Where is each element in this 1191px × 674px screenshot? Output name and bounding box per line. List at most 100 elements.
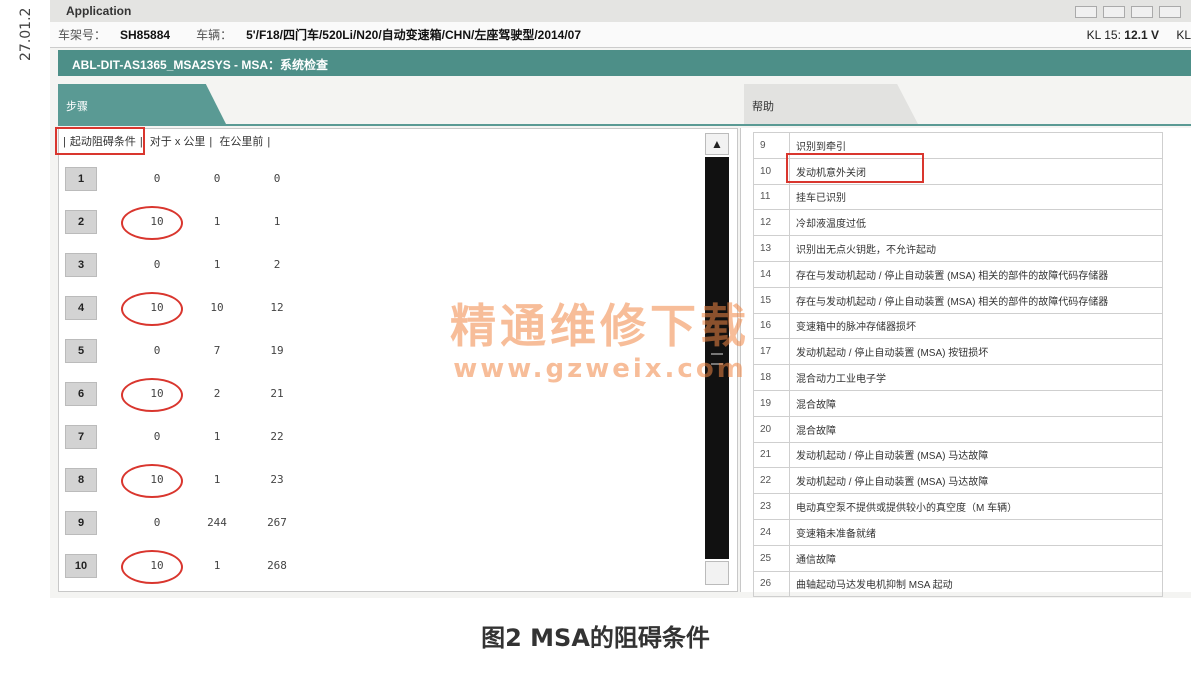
cell-text: 1	[213, 559, 221, 572]
row-value-a: 0	[137, 430, 177, 443]
help-row-number: 13	[753, 235, 790, 262]
window-button-icon[interactable]	[1131, 6, 1153, 18]
help-row-description: 通信故障	[789, 544, 1163, 572]
help-row[interactable]: 10 发动机意外关闭	[753, 152, 1163, 185]
help-row-text: 混合故障	[796, 425, 836, 437]
row-value-b: 1	[197, 473, 237, 486]
help-row[interactable]: 13 识别出无点火钥匙，不允许起动	[753, 235, 1163, 262]
row-value-a: 0	[137, 258, 177, 271]
help-table: 9 识别到牵引 10 发动机意外关闭 11 挂车已识别 12 冷却液温度过低 13 识别出无点火钥…	[753, 132, 1163, 598]
cell-text: 12	[270, 301, 284, 314]
help-row[interactable]: 20 混合故障	[753, 415, 1163, 443]
window-button-icon[interactable]	[1103, 6, 1125, 18]
help-row-text: 混合动力工业电子学	[796, 374, 886, 386]
help-row[interactable]: 15 存在与发动机起动 / 停止自动装置 (MSA) 相关的部件的故障代码存储器	[753, 286, 1163, 314]
help-row[interactable]: 16 变速箱中的脉冲存储器损坏	[753, 312, 1163, 340]
highlight-circle	[121, 206, 183, 240]
help-row-description: 电动真空泵不提供或提供较小的真空度（M 车辆）	[789, 493, 1163, 520]
help-row-description: 挂车已识别	[789, 183, 1163, 211]
scroll-down-button[interactable]	[705, 561, 729, 585]
row-value-c: 21	[257, 387, 297, 400]
help-row-number: 16	[753, 312, 790, 340]
row-value-a: 10	[121, 378, 183, 412]
row-value-c: 0	[257, 172, 297, 185]
help-row-text: 曲轴起动马达发电机抑制 MSA 起动	[796, 580, 953, 592]
help-row-text: 混合故障	[796, 399, 836, 411]
vehicle-label: 车辆：	[196, 28, 233, 42]
help-row[interactable]: 14 存在与发动机起动 / 停止自动装置 (MSA) 相关的部件的故障代码存储器	[753, 260, 1163, 288]
side-date-label: 27.01.2	[18, 8, 34, 62]
steps-scrollbar[interactable]: ▲	[705, 133, 729, 587]
row-value-a: 0	[137, 516, 177, 529]
help-row-number: 19	[753, 389, 790, 417]
help-row-number: 9	[753, 132, 790, 159]
highlight-circle	[121, 378, 183, 412]
row-number-badge: 1	[65, 167, 97, 191]
help-row[interactable]: 12 冷却液温度过低	[753, 209, 1163, 237]
row-value-a: 10	[121, 206, 183, 240]
app-title: Application	[66, 4, 132, 18]
help-row-number: 26	[753, 570, 790, 598]
help-row[interactable]: 26 曲轴起动马达发电机抑制 MSA 起动	[753, 570, 1163, 598]
window-button-icon[interactable]	[1075, 6, 1097, 18]
help-row-number: 12	[753, 209, 790, 237]
header-before-km: 在公里前	[219, 136, 264, 148]
help-row[interactable]: 18 混合动力工业电子学	[753, 364, 1163, 391]
help-row-description: 混合故障	[789, 415, 1163, 443]
row-value-c: 12	[257, 301, 297, 314]
help-row[interactable]: 22 发动机起动 / 停止自动装置 (MSA) 马达故障	[753, 467, 1163, 495]
header-highlight-box	[55, 127, 145, 155]
help-row-description: 发动机起动 / 停止自动装置 (MSA) 按钮损坏	[789, 338, 1163, 366]
help-row-number: 17	[753, 338, 790, 366]
scroll-grip-icon[interactable]	[711, 353, 723, 365]
cell-text: 23	[270, 473, 284, 486]
highlight-circle	[121, 550, 183, 584]
cell-text: 10	[210, 301, 224, 314]
help-row[interactable]: 25 通信故障	[753, 544, 1163, 572]
scroll-track[interactable]	[705, 157, 729, 559]
help-row-description: 存在与发动机起动 / 停止自动装置 (MSA) 相关的部件的故障代码存储器	[789, 286, 1163, 314]
scroll-up-icon[interactable]: ▲	[705, 133, 729, 155]
help-row[interactable]: 21 发动机起动 / 停止自动装置 (MSA) 马达故障	[753, 441, 1163, 469]
tab-steps[interactable]: 步骤	[58, 84, 226, 124]
cell-text: 19	[270, 344, 284, 357]
app-title-bar: Application	[50, 0, 1191, 22]
help-row-number: 22	[753, 467, 790, 495]
kl30-label: KL	[1176, 28, 1191, 42]
row-number-badge: 4	[65, 296, 97, 320]
row-value-c: 19	[257, 344, 297, 357]
help-row-text: 电动真空泵不提供或提供较小的真空度（M 车辆）	[796, 503, 1018, 515]
help-row[interactable]: 17 发动机起动 / 停止自动装置 (MSA) 按钮损坏	[753, 338, 1163, 366]
help-row-text: 冷却液温度过低	[796, 219, 866, 231]
row-value-a: 10	[121, 550, 183, 584]
help-row-number: 21	[753, 441, 790, 469]
help-row-description: 变速箱未准备就绪	[789, 518, 1163, 546]
cell-text: 2	[273, 258, 281, 271]
help-row[interactable]: 19 混合故障	[753, 389, 1163, 417]
help-row-number: 24	[753, 518, 790, 546]
help-highlight-box	[786, 152, 924, 183]
row-value-a: 10	[121, 464, 183, 498]
row-value-b: 244	[197, 516, 237, 529]
row-number-badge: 5	[65, 339, 97, 363]
help-row-description: 发动机起动 / 停止自动装置 (MSA) 马达故障	[789, 467, 1163, 495]
help-row[interactable]: 23 电动真空泵不提供或提供较小的真空度（M 车辆）	[753, 493, 1163, 520]
row-value-b: 0	[197, 172, 237, 185]
chassis-label: 车架号：	[58, 28, 107, 42]
cell-text: 0	[153, 516, 161, 529]
help-row[interactable]: 11 挂车已识别	[753, 183, 1163, 211]
help-row[interactable]: 24 变速箱未准备就绪	[753, 518, 1163, 546]
voltage-readout: KL 15: 12.1 V KL	[1081, 28, 1191, 42]
cell-text: 7	[213, 344, 221, 357]
row-value-b: 2	[197, 387, 237, 400]
cell-text: 22	[270, 430, 284, 443]
help-row-description: 混合动力工业电子学	[789, 364, 1163, 391]
cell-text: 0	[153, 172, 161, 185]
help-row-description: 变速箱中的脉冲存储器损坏	[789, 312, 1163, 340]
tab-help[interactable]: 帮助	[744, 84, 918, 124]
help-row-text: 挂车已识别	[796, 193, 846, 205]
help-row-number: 15	[753, 286, 790, 314]
help-row-text: 发动机起动 / 停止自动装置 (MSA) 马达故障	[796, 451, 989, 463]
steps-panel: | 起动阻碍条件 | 对于 x 公里 | 在公里前 | 1 0 0 0 2 10 1 1 3 0 1 2 4 10…	[55, 127, 738, 592]
window-button-icon[interactable]	[1159, 6, 1181, 18]
